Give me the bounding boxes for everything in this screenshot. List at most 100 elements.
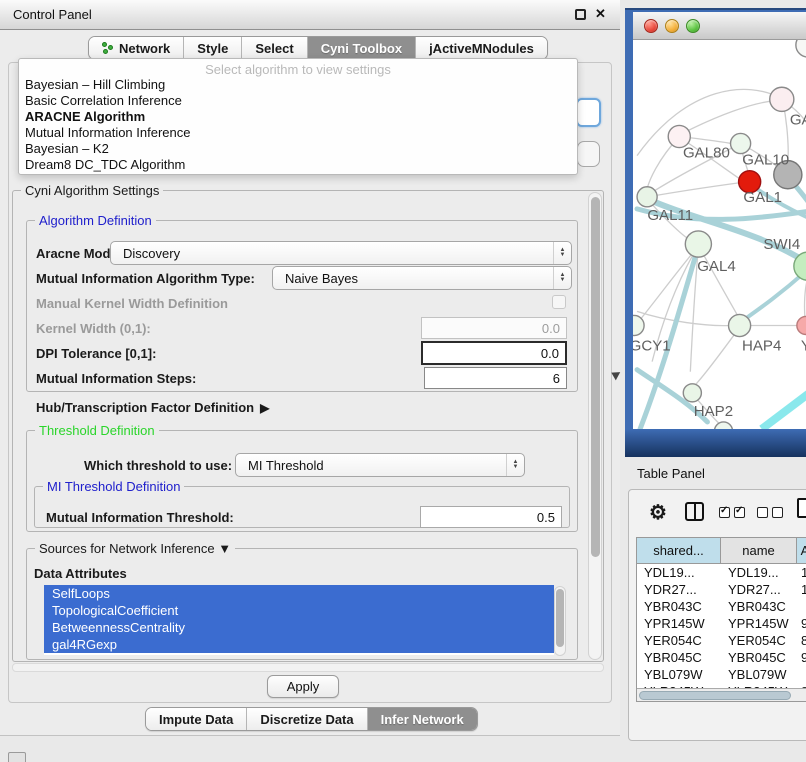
column-header-partial[interactable]: A xyxy=(797,538,806,563)
which-threshold-combobox[interactable]: MI Threshold ▲▼ xyxy=(235,453,525,477)
mi-threshold-field[interactable]: 0.5 xyxy=(420,506,562,528)
tab-impute-data-label: Impute Data xyxy=(159,712,233,727)
node[interactable] xyxy=(796,40,806,57)
tab-select-label: Select xyxy=(255,41,293,56)
table-row[interactable]: YBR043CYBR043C xyxy=(637,598,806,615)
kernel-width-field[interactable]: 0.0 xyxy=(421,317,567,339)
tab-jactivemnodules[interactable]: jActiveMNodules xyxy=(415,37,547,59)
dropdown-item-selected[interactable]: ARACNE Algorithm xyxy=(19,109,577,125)
hub-tf-definition-expander[interactable]: Hub/Transcription Factor Definition▶ xyxy=(36,400,269,415)
tab-network[interactable]: Network xyxy=(89,37,183,59)
checked-checkbox-icon[interactable] xyxy=(734,507,745,518)
node-hap2[interactable] xyxy=(683,384,701,402)
cell: YDR27... xyxy=(637,581,721,598)
dropdown-item[interactable]: Dream8 DC_TDC Algorithm xyxy=(19,157,577,173)
network-window-frame-bottom xyxy=(625,429,806,457)
settings-hscrollbar[interactable] xyxy=(12,663,604,672)
cell: 13 xyxy=(797,564,806,581)
tab-discretize-data[interactable]: Discretize Data xyxy=(246,708,366,730)
cell: 9. xyxy=(797,649,806,666)
attributes-scrollbar[interactable] xyxy=(554,586,566,656)
tab-jactivemnodules-label: jActiveMNodules xyxy=(429,41,534,56)
data-attributes-label: Data Attributes xyxy=(34,566,127,581)
table-header-row: shared... name A xyxy=(637,538,806,564)
node[interactable] xyxy=(714,422,732,429)
minimized-panel-icon[interactable] xyxy=(8,752,26,762)
cell: 9. xyxy=(797,615,806,632)
settings-scrollbar[interactable] xyxy=(588,192,602,660)
table-row[interactable]: YDR27...YDR27...12 xyxy=(637,581,806,598)
zoom-traffic-light[interactable] xyxy=(686,19,700,33)
group-title: Algorithm Definition xyxy=(35,213,156,228)
table-hscrollbar[interactable] xyxy=(637,688,806,701)
panel-title: Control Panel xyxy=(13,7,92,22)
manual-kernel-checkbox[interactable] xyxy=(552,295,566,309)
node-hap4[interactable] xyxy=(729,314,751,336)
which-threshold-label: Which threshold to use: xyxy=(84,458,232,473)
tab-impute-data[interactable]: Impute Data xyxy=(146,708,246,730)
table-hscrollbar-thumb[interactable] xyxy=(639,691,791,700)
minimize-traffic-light[interactable] xyxy=(665,19,679,33)
list-item[interactable]: SelfLoops xyxy=(44,585,554,602)
node-gal10[interactable] xyxy=(731,133,751,153)
node-y[interactable] xyxy=(797,316,806,334)
column-header-name[interactable]: name xyxy=(721,538,797,563)
node-label: GAL xyxy=(790,111,806,128)
combo-arrows-icon: ▲▼ xyxy=(506,454,524,476)
column-header-shared-name[interactable]: shared... xyxy=(637,538,721,563)
unchecked-checkbox-icon[interactable] xyxy=(757,507,768,518)
dropdown-item[interactable]: Basic Correlation Inference xyxy=(19,93,577,109)
list-item[interactable]: BetweennessCentrality xyxy=(44,619,554,636)
tab-style[interactable]: Style xyxy=(183,37,241,59)
aracne-mode-combobox[interactable]: Discovery ▲▼ xyxy=(110,241,572,265)
apply-button[interactable]: Apply xyxy=(267,675,339,698)
cell: YER054C xyxy=(637,632,721,649)
split-columns-icon[interactable] xyxy=(685,502,704,521)
tab-cyni-toolbox[interactable]: Cyni Toolbox xyxy=(307,37,415,59)
cell: YDL19... xyxy=(721,564,797,581)
table-row[interactable]: YBR045CYBR045C9. xyxy=(637,649,806,666)
tab-select[interactable]: Select xyxy=(241,37,306,59)
table-toolbar: ⚙ xyxy=(629,490,806,536)
node-gcy1[interactable] xyxy=(633,315,644,335)
list-item[interactable]: TopologicalCoefficient xyxy=(44,602,554,619)
node-gal4[interactable] xyxy=(685,231,711,257)
tab-infer-network[interactable]: Infer Network xyxy=(367,708,477,730)
mi-algorithm-type-combobox[interactable]: Naive Bayes ▲▼ xyxy=(272,266,572,290)
float-window-icon[interactable] xyxy=(575,9,586,20)
node-gal[interactable] xyxy=(770,87,794,111)
checked-checkbox-icon[interactable] xyxy=(719,507,730,518)
hidden-button-fragment[interactable] xyxy=(577,141,600,167)
mi-steps-field[interactable]: 6 xyxy=(424,367,567,389)
network-canvas[interactable]: GAL GAL80 GAL10 GAL1 GAL11 GAL4 SWI4 GCY… xyxy=(633,40,806,429)
close-traffic-light[interactable] xyxy=(644,19,658,33)
cell xyxy=(797,598,806,615)
sources-expander[interactable]: Sources for Network Inference ▼ xyxy=(35,541,235,556)
unchecked-checkbox-icon[interactable] xyxy=(772,507,783,518)
algorithm-combobox-focus-fragment[interactable] xyxy=(576,98,601,127)
table-panel-header: Table Panel xyxy=(620,457,806,488)
node-label: GAL1 xyxy=(743,189,782,206)
dropdown-item[interactable]: Bayesian – K2 xyxy=(19,141,577,157)
control-panel: Control Panel ✕ Network Style Select Cyn… xyxy=(0,0,620,736)
dropdown-item[interactable]: Mutual Information Inference xyxy=(19,125,577,141)
node-label: GCY1 xyxy=(633,338,671,355)
settings-scrollbar-thumb[interactable] xyxy=(591,197,600,557)
document-icon[interactable] xyxy=(797,498,806,518)
node-label: Y xyxy=(801,338,806,355)
cell: YDL19... xyxy=(637,564,721,581)
table-row[interactable]: YPR145WYPR145W9. xyxy=(637,615,806,632)
close-icon[interactable]: ✕ xyxy=(595,6,606,22)
collapsed-arrow-icon: ▶ xyxy=(260,401,269,415)
dropdown-item[interactable]: Bayesian – Hill Climbing xyxy=(19,77,577,93)
gear-icon[interactable]: ⚙ xyxy=(649,500,667,525)
node-gal11[interactable] xyxy=(637,187,657,207)
dropdown-placeholder: Select algorithm to view settings xyxy=(19,62,577,77)
list-item[interactable]: gal4RGexp xyxy=(44,636,554,653)
dpi-tolerance-field[interactable]: 0.0 xyxy=(421,341,567,365)
node-label: HAP2 xyxy=(694,403,733,420)
attributes-scrollbar-thumb[interactable] xyxy=(556,589,564,647)
table-row[interactable]: YDL19...YDL19...13 xyxy=(637,564,806,581)
table-row[interactable]: YER054CYER054C8. xyxy=(637,632,806,649)
table-row[interactable]: YBL079WYBL079W xyxy=(637,666,806,683)
